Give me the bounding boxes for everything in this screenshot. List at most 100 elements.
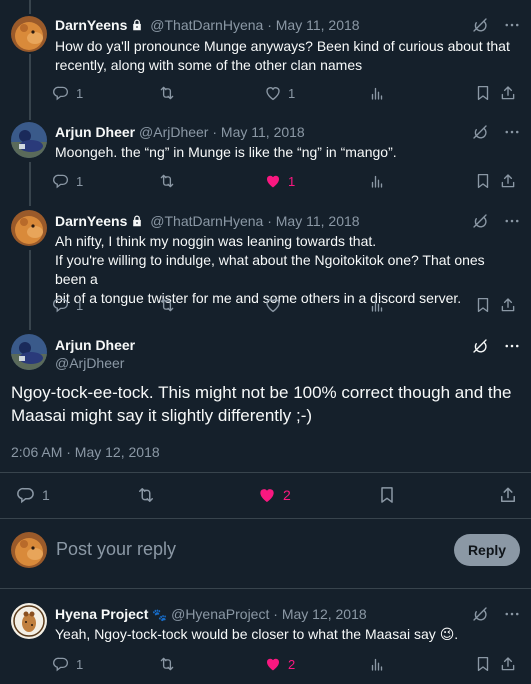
grok-icon[interactable]: [471, 123, 489, 141]
reply-button[interactable]: 1: [52, 655, 83, 673]
author-handle[interactable]: @ThatDarnHyena: [150, 17, 263, 33]
bookmark-button[interactable]: [377, 485, 397, 505]
like-count: 2: [288, 656, 296, 672]
author-handle[interactable]: @ThatDarnHyena: [150, 213, 263, 229]
author-name[interactable]: DarnYeens: [55, 17, 127, 33]
repost-button[interactable]: [158, 172, 176, 190]
bookmark-button[interactable]: [474, 172, 492, 190]
reply-icon: [52, 655, 70, 673]
tweet-text: Yeah, Ngoy-tock-tock would be closer to …: [55, 626, 459, 642]
like-count: 1: [288, 85, 296, 101]
heart-icon: [264, 172, 282, 190]
author-name[interactable]: Arjun Dheer: [55, 337, 135, 353]
grok-icon[interactable]: [471, 16, 489, 34]
author-handle[interactable]: @ArjDheer: [139, 124, 208, 140]
tweet-text-line: How do ya'll pronounce Munge anyways? Be…: [55, 38, 510, 54]
thread-tweet[interactable]: DarnYeens @ThatDarnHyena · May 11, 2018 …: [0, 205, 531, 320]
repost-button[interactable]: [136, 485, 156, 505]
separator-dot: ·: [263, 17, 276, 33]
like-button[interactable]: [264, 296, 288, 314]
share-button[interactable]: [499, 84, 517, 102]
views-button[interactable]: [368, 655, 386, 673]
like-button[interactable]: 1: [264, 84, 295, 102]
bookmark-button[interactable]: [474, 655, 492, 673]
views-icon: [368, 655, 386, 673]
tweet-date[interactable]: May 12, 2018: [282, 606, 367, 622]
grok-icon[interactable]: [471, 337, 489, 355]
divider: [0, 472, 531, 473]
thread-tweet[interactable]: DarnYeens @ThatDarnHyena · May 11, 2018 …: [0, 0, 531, 110]
tweet-date[interactable]: May 11, 2018: [221, 124, 305, 140]
bookmark-icon: [474, 655, 492, 673]
repost-icon: [158, 296, 176, 314]
author-name[interactable]: DarnYeens: [55, 213, 127, 229]
wink-emoji: 😉: [439, 626, 455, 642]
avatar[interactable]: [11, 532, 47, 568]
tweet-header: Arjun Dheer @ArjDheer · May 11, 2018: [55, 123, 305, 141]
reply-count: 1: [42, 487, 50, 503]
lock-icon: [130, 18, 144, 36]
heart-icon: [257, 485, 277, 505]
heart-icon: [264, 84, 282, 102]
reply-submit-button[interactable]: Reply: [454, 534, 520, 566]
separator-dot: ·: [208, 124, 221, 140]
views-button[interactable]: [368, 296, 386, 314]
reply-tweet[interactable]: Hyena Project 🐾 @HyenaProject · May 12, …: [0, 589, 531, 684]
reply-button[interactable]: 1: [16, 485, 50, 505]
reply-button[interactable]: 1: [52, 296, 83, 314]
like-count: 1: [288, 173, 296, 189]
author-name[interactable]: Hyena Project: [55, 606, 148, 622]
more-icon[interactable]: [503, 605, 521, 623]
avatar[interactable]: [11, 210, 47, 246]
reply-icon: [52, 172, 70, 190]
share-icon: [499, 296, 517, 314]
tweet-date[interactable]: May 11, 2018: [276, 213, 360, 229]
views-button[interactable]: [368, 172, 386, 190]
divider: [0, 518, 531, 519]
bookmark-icon: [474, 172, 492, 190]
tweet-timestamp[interactable]: 2:06 AM · May 12, 2018: [11, 444, 160, 460]
more-icon[interactable]: [503, 212, 521, 230]
avatar[interactable]: [11, 122, 47, 158]
bookmark-icon: [474, 296, 492, 314]
more-icon[interactable]: [503, 337, 521, 355]
reply-count: 1: [76, 656, 84, 672]
share-button[interactable]: [499, 655, 517, 673]
grok-icon[interactable]: [471, 605, 489, 623]
more-icon[interactable]: [503, 16, 521, 34]
grok-icon[interactable]: [471, 212, 489, 230]
action-bar: 1 1: [52, 172, 517, 190]
more-icon[interactable]: [503, 123, 521, 141]
share-icon: [499, 172, 517, 190]
separator-dot: ·: [263, 213, 276, 229]
reply-button[interactable]: 1: [52, 84, 83, 102]
action-bar: 1 1: [52, 84, 517, 102]
share-icon: [499, 655, 517, 673]
bookmark-button[interactable]: [474, 84, 492, 102]
reply-button[interactable]: 1: [52, 172, 83, 190]
like-button[interactable]: 2: [257, 485, 291, 505]
repost-button[interactable]: [158, 84, 176, 102]
share-button[interactable]: [499, 296, 517, 314]
author-name[interactable]: Arjun Dheer: [55, 124, 135, 140]
share-icon: [499, 84, 517, 102]
bookmark-button[interactable]: [474, 296, 492, 314]
heart-icon: [264, 655, 282, 673]
tweet-date[interactable]: May 11, 2018: [276, 17, 360, 33]
thread-tweet[interactable]: Arjun Dheer @ArjDheer · May 11, 2018 Moo…: [0, 110, 531, 205]
reply-input[interactable]: Post your reply: [56, 539, 176, 560]
author-handle[interactable]: @HyenaProject: [171, 606, 269, 622]
author-handle[interactable]: @ArjDheer: [55, 355, 124, 371]
like-button[interactable]: 1: [264, 172, 295, 190]
repost-button[interactable]: [158, 655, 176, 673]
tweet-header: DarnYeens @ThatDarnHyena · May 11, 2018: [55, 212, 360, 232]
share-button[interactable]: [499, 172, 517, 190]
avatar[interactable]: [11, 16, 47, 52]
like-button[interactable]: 2: [264, 655, 295, 673]
avatar[interactable]: [11, 603, 47, 639]
avatar[interactable]: [11, 334, 47, 370]
repost-button[interactable]: [158, 296, 176, 314]
focal-action-bar: 1 2: [0, 485, 531, 507]
views-button[interactable]: [368, 84, 386, 102]
share-button[interactable]: [498, 485, 518, 505]
